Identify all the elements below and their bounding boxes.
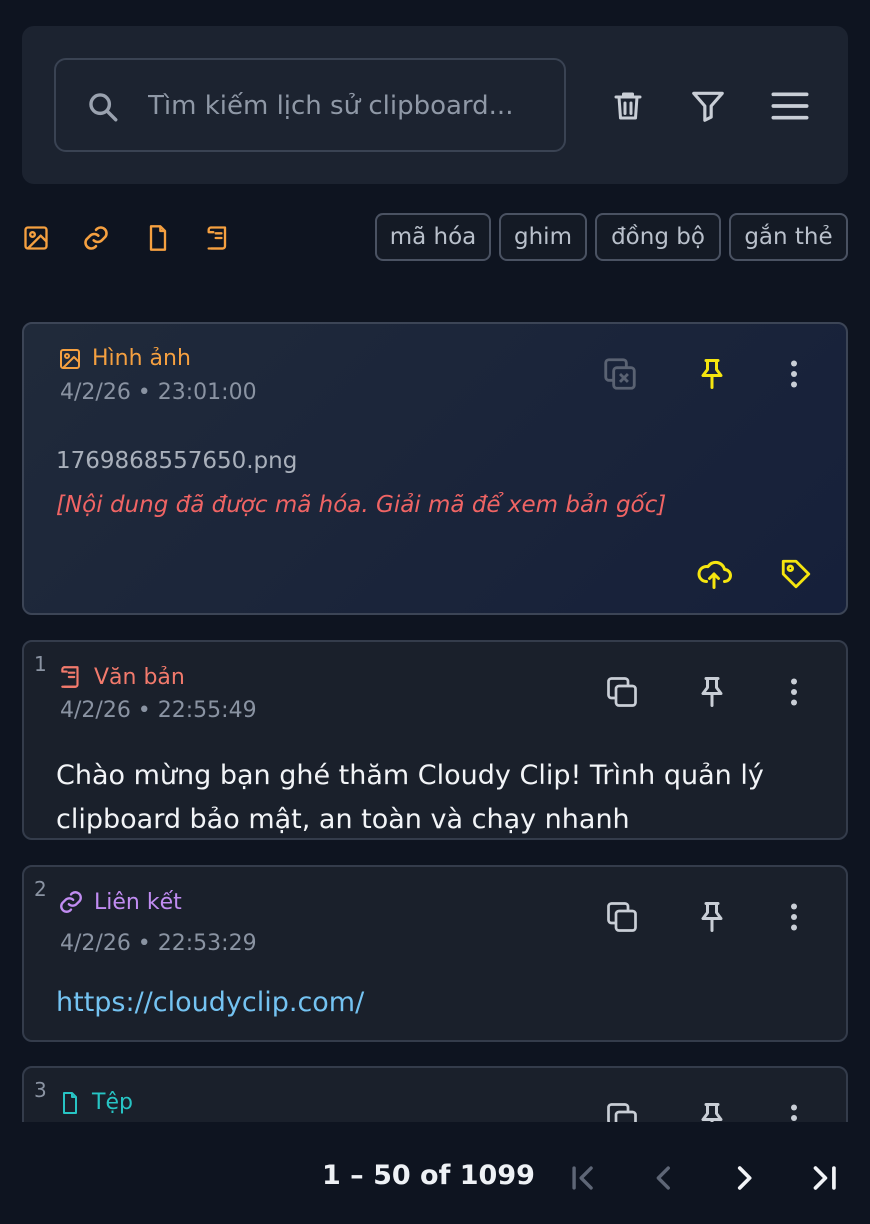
item-filename: 1769868557650.png	[56, 448, 298, 474]
file-filter-icon[interactable]	[144, 224, 172, 252]
item-index: 2	[34, 877, 47, 901]
more-options-button[interactable]	[774, 354, 814, 394]
chevron-left-icon	[656, 1166, 670, 1190]
clipboard-item-card[interactable]: Hình ảnh 4/2/26 • 23:01:00 1769868557650…	[22, 322, 848, 615]
item-type: Hình ảnh	[58, 346, 191, 371]
item-type-label: Tệp	[92, 1090, 133, 1115]
hamburger-menu-icon	[771, 92, 809, 120]
item-index: 3	[34, 1078, 47, 1102]
sync-upload-button[interactable]	[694, 554, 734, 594]
pin-button[interactable]	[692, 354, 732, 394]
copy-icon	[607, 677, 637, 707]
more-vertical-icon	[791, 903, 797, 931]
copy-button[interactable]	[602, 897, 642, 937]
more-vertical-icon	[791, 360, 797, 388]
item-type-label: Văn bản	[94, 664, 185, 690]
last-page-icon	[813, 1166, 836, 1190]
item-type: Văn bản	[58, 664, 185, 690]
image-filter-icon[interactable]	[22, 224, 50, 252]
copy-disabled-button[interactable]	[600, 354, 640, 394]
item-content: Chào mừng bạn ghé thăm Cloudy Clip! Trìn…	[56, 760, 764, 835]
pin-active-icon	[701, 359, 723, 389]
delete-all-button[interactable]	[608, 86, 648, 126]
copy-icon	[607, 902, 637, 932]
last-page-button[interactable]	[804, 1158, 844, 1198]
filter-button[interactable]	[688, 86, 728, 126]
filter-icon	[692, 91, 724, 122]
copy-disabled-icon	[604, 358, 636, 390]
pin-icon	[701, 902, 723, 932]
first-page-icon	[572, 1166, 593, 1190]
chip-encrypted[interactable]: mã hóa	[375, 213, 491, 261]
search-box[interactable]	[54, 58, 566, 152]
pagination-bar: 1 – 50 of 1099	[0, 1122, 870, 1224]
text-filter-icon[interactable]	[204, 224, 232, 252]
menu-button[interactable]	[770, 86, 810, 126]
item-link[interactable]: https://cloudyclip.com/	[56, 981, 836, 1025]
copy-button[interactable]	[602, 672, 642, 712]
pagination-range: 1 – 50 of 1099	[322, 1160, 535, 1191]
text-scroll-icon	[61, 666, 79, 688]
clipboard-app: mã hóa ghim đồng bộ gắn thẻ Hình ảnh 4/2…	[0, 0, 870, 1224]
tag-icon	[781, 559, 811, 589]
cloud-upload-icon	[697, 560, 732, 589]
more-options-button[interactable]	[774, 897, 814, 937]
more-vertical-icon	[791, 678, 797, 706]
next-page-button[interactable]	[724, 1158, 764, 1198]
link-icon	[60, 891, 82, 913]
clipboard-item-card[interactable]: 2 Liên kết 4/2/26 • 22:53:29 https://clo…	[22, 865, 848, 1042]
encrypted-notice: [Nội dung đã được mã hóa. Giải mã để xem…	[56, 492, 667, 518]
item-timestamp: 4/2/26 • 23:01:00	[60, 380, 257, 405]
chip-synced[interactable]: đồng bộ	[595, 213, 721, 261]
pin-button[interactable]	[692, 672, 732, 712]
chip-tagged[interactable]: gắn thẻ	[729, 213, 848, 261]
previous-page-button[interactable]	[644, 1158, 684, 1198]
item-index: 1	[34, 652, 47, 676]
chip-pinned[interactable]: ghim	[499, 213, 587, 261]
link-filter-icon[interactable]	[82, 224, 110, 252]
item-type-label: Hình ảnh	[92, 346, 191, 371]
first-page-button[interactable]	[564, 1158, 604, 1198]
more-options-button[interactable]	[774, 672, 814, 712]
search-input[interactable]	[148, 82, 548, 130]
toolbar	[22, 26, 848, 184]
pin-button[interactable]	[692, 897, 732, 937]
item-timestamp: 4/2/26 • 22:53:29	[60, 931, 257, 956]
search-icon	[89, 93, 118, 122]
item-timestamp: 4/2/26 • 22:55:49	[60, 698, 257, 723]
pin-icon	[701, 677, 723, 707]
chevron-right-icon	[737, 1166, 752, 1190]
item-type: Liên kết	[58, 889, 182, 915]
clipboard-item-card[interactable]: 1 Văn bản 4/2/26 • 22:55:49 Chào mừng bạ…	[22, 640, 848, 840]
item-type: Tệp	[58, 1090, 133, 1115]
tag-button[interactable]	[776, 554, 816, 594]
trash-icon	[614, 92, 642, 120]
item-type-label: Liên kết	[94, 889, 182, 915]
file-icon	[63, 1091, 77, 1114]
image-icon	[60, 348, 80, 369]
